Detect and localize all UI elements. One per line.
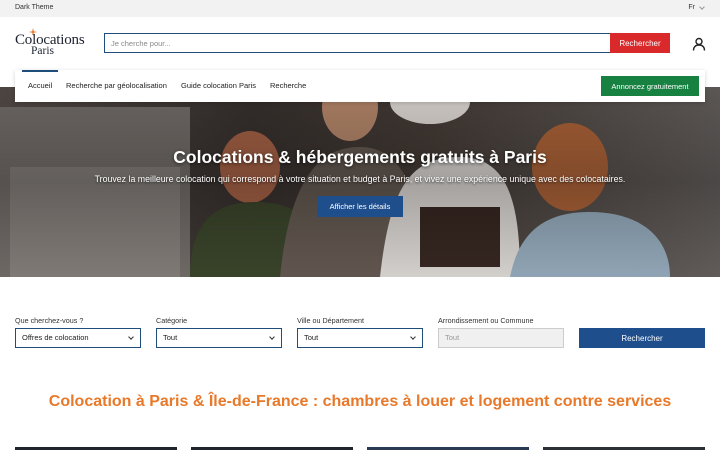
- header-search: Rechercher: [104, 33, 670, 53]
- main-nav: Accueil Recherche par géolocalisation Gu…: [15, 70, 705, 102]
- filter-category-value: Tout: [163, 333, 178, 342]
- language-label: Fr: [688, 4, 695, 11]
- nav-item-home[interactable]: Accueil: [22, 70, 59, 102]
- language-selector[interactable]: Fr: [688, 3, 705, 11]
- chevron-down-icon: [410, 334, 416, 340]
- post-ad-button[interactable]: Annoncez gratuitement: [601, 76, 699, 96]
- filter-type-value: Offres de colocation: [22, 333, 89, 342]
- search-input[interactable]: [104, 33, 610, 53]
- hero-subtitle: Trouvez la meilleure colocation qui corr…: [94, 174, 626, 184]
- filter-city-select[interactable]: Tout: [297, 328, 423, 348]
- nav-item-geolocation[interactable]: Recherche par géolocalisation: [66, 70, 167, 102]
- section-title: Colocation à Paris & Île-de-France : cha…: [48, 393, 672, 410]
- show-details-button[interactable]: Afficher les détails: [317, 196, 403, 217]
- filter-city-value: Tout: [304, 333, 319, 342]
- filter-label-district: Arrondissement ou Commune: [438, 316, 534, 325]
- top-bar: Dark Theme Fr: [0, 0, 720, 17]
- filter-label-category: Catégorie: [156, 316, 188, 325]
- dark-theme-toggle[interactable]: Dark Theme: [15, 4, 53, 11]
- site-logo[interactable]: Colocations Paris: [15, 28, 87, 60]
- filter-district-value: Tout: [445, 333, 460, 342]
- nav-item-search[interactable]: Recherche: [270, 70, 306, 102]
- chevron-down-icon: [128, 334, 134, 340]
- hero-title: Colocations & hébergements gratuits à Pa…: [173, 147, 547, 167]
- filter-category-select[interactable]: Tout: [156, 328, 282, 348]
- filter-search-button[interactable]: Rechercher: [579, 328, 705, 348]
- nav-item-guide[interactable]: Guide colocation Paris: [181, 70, 256, 102]
- chevron-down-icon: [269, 334, 275, 340]
- search-button[interactable]: Rechercher: [610, 33, 670, 53]
- hero-banner: Colocations & hébergements gratuits à Pa…: [0, 87, 720, 277]
- filter-label-city: Ville ou Département: [297, 316, 364, 325]
- chevron-down-icon: [699, 3, 705, 10]
- filter-district-select: Tout: [438, 328, 564, 348]
- user-icon[interactable]: [692, 37, 706, 51]
- filter-type-select[interactable]: Offres de colocation: [15, 328, 141, 348]
- filter-label-type: Que cherchez-vous ?: [15, 316, 84, 325]
- logo-line2: Paris: [31, 45, 54, 57]
